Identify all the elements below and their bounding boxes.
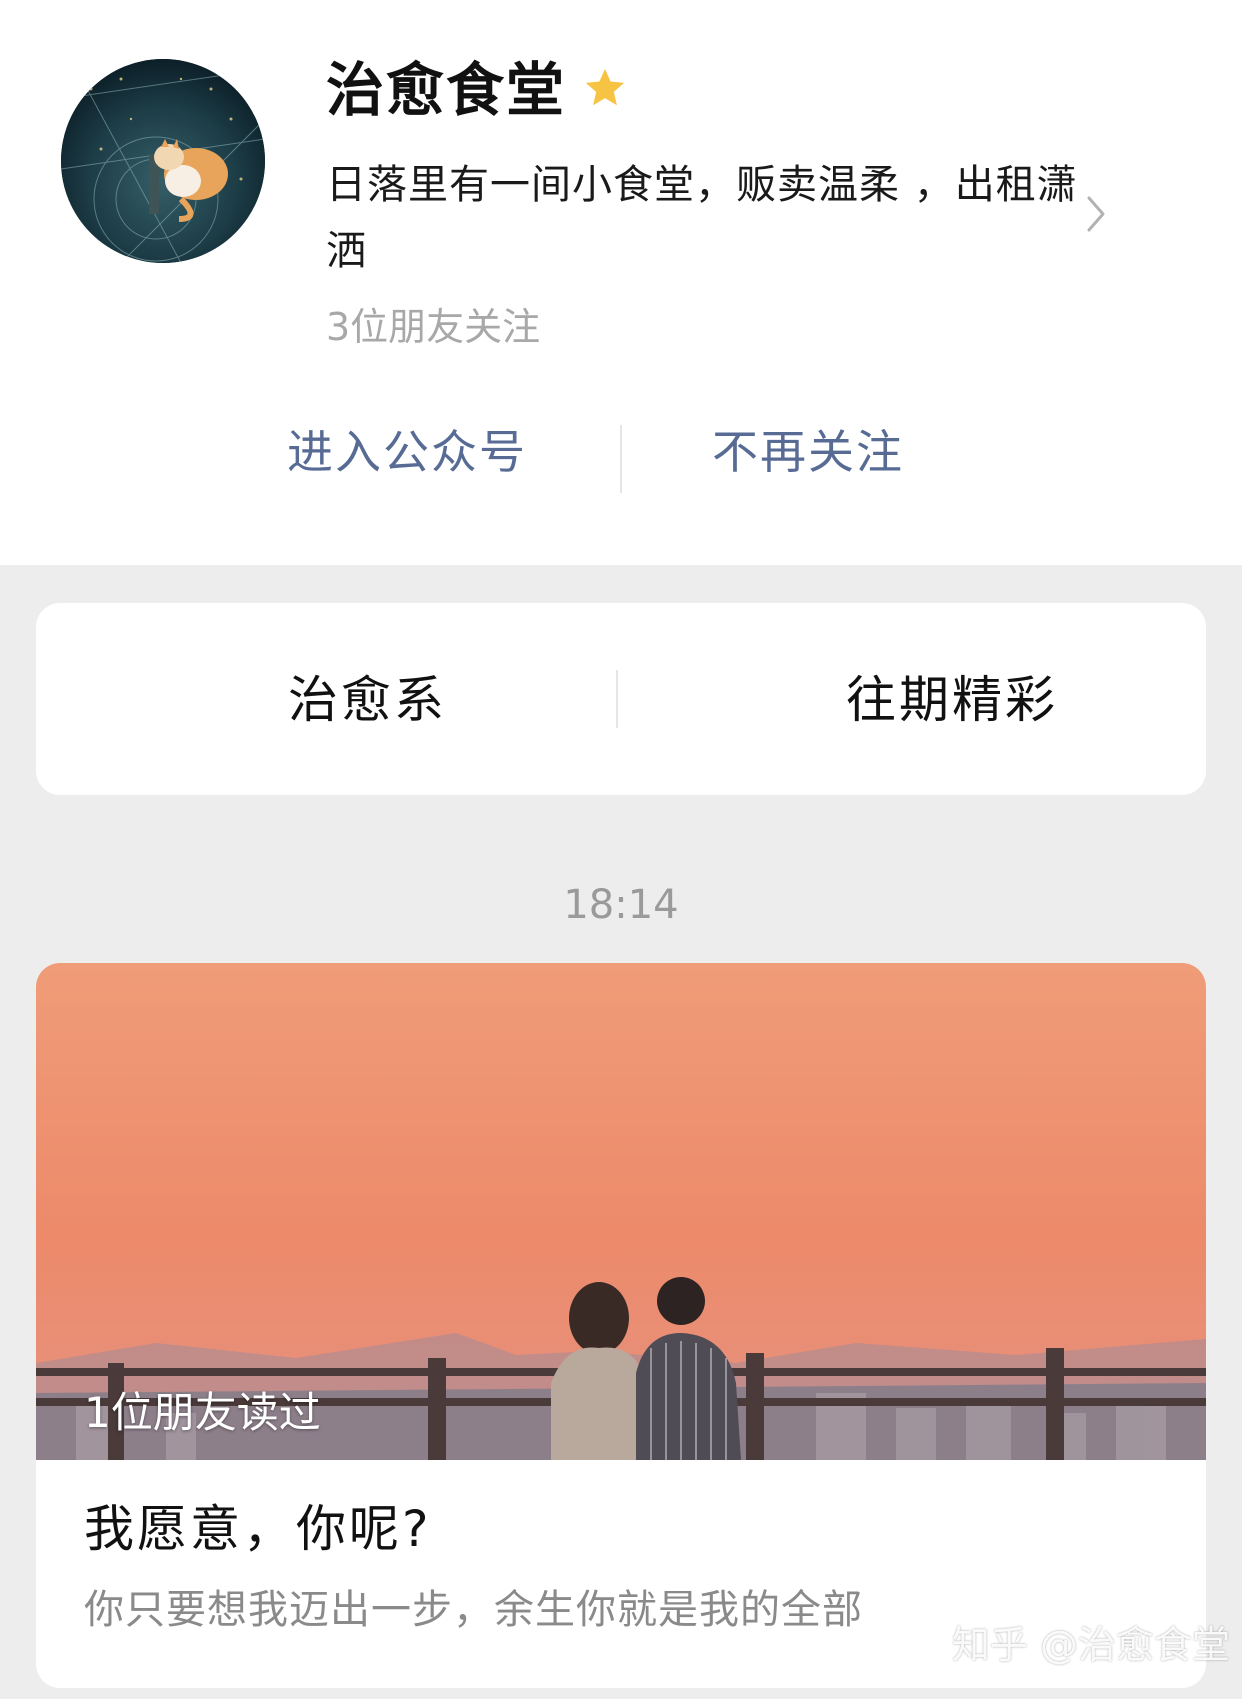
article-summary: 你只要想我迈出一步，余生你就是我的全部 <box>84 1587 863 1633</box>
article-card[interactable]: 1位朋友读过 我愿意，你呢? 你只要想我迈出一步，余生你就是我的全部 <box>36 963 1206 1688</box>
unfollow-button[interactable]: 不再关注 <box>712 422 904 482</box>
enter-account-button[interactable]: 进入公众号 <box>287 422 527 482</box>
account-name: 治愈食堂 <box>326 56 567 124</box>
avatar-cat-city-image <box>61 59 265 263</box>
message-timestamp: 18:14 <box>563 882 679 928</box>
star-icon <box>585 68 625 106</box>
action-divider <box>620 425 622 493</box>
account-profile-header: 治愈食堂 日落里有一间小食堂，贩卖温柔 ，出租潇洒 3位朋友关注 进入公众号 不… <box>0 0 1242 565</box>
menu-item-past-highlights[interactable]: 往期精彩 <box>846 667 1058 733</box>
menu-divider <box>616 670 618 728</box>
account-description: 日落里有一间小食堂，贩卖温柔 ，出租潇洒 <box>326 162 1078 274</box>
friends-read-badge: 1位朋友读过 <box>84 1388 321 1437</box>
account-actions: 进入公众号 不再关注 <box>0 410 1242 500</box>
account-menu: 治愈系 往期精彩 <box>36 603 1206 795</box>
account-avatar[interactable] <box>61 59 265 263</box>
friends-following-count: 3位朋友关注 <box>326 305 541 349</box>
article-cover-image[interactable]: 1位朋友读过 <box>36 963 1206 1460</box>
chevron-right-icon[interactable] <box>1085 194 1109 234</box>
article-title[interactable]: 我愿意，你呢? <box>84 1495 432 1563</box>
zhihu-watermark: 知乎 @治愈食堂 <box>951 1623 1230 1667</box>
menu-item-healing[interactable]: 治愈系 <box>288 667 447 733</box>
